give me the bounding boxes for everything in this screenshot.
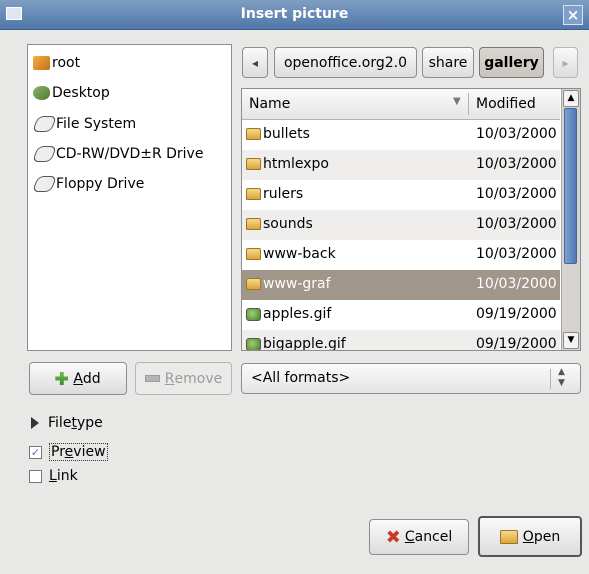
link-checkbox-row[interactable]: Link	[29, 468, 78, 484]
image-file-icon	[246, 307, 261, 321]
file-modified: 10/03/2000	[476, 126, 557, 142]
floppy-drive-icon	[32, 176, 57, 192]
file-modified: 10/03/2000	[476, 186, 557, 202]
title-bar: Insert picture ×	[0, 0, 589, 30]
file-row[interactable]: htmlexpo 10/03/2000	[242, 150, 560, 180]
file-type-label-pre: File	[48, 415, 72, 431]
file-name: htmlexpo	[263, 156, 329, 172]
file-type-label-post: ype	[76, 415, 103, 431]
file-format-value: <All formats>	[251, 370, 351, 386]
path-segment-label: share	[428, 54, 468, 71]
file-list: Name ▼ Modified bullets 10/03/2000 htmle…	[241, 88, 581, 351]
place-item-cd-drive[interactable]: CD-RW/DVD±R Drive	[32, 143, 204, 165]
drive-icon	[32, 116, 57, 132]
cancel-button[interactable]: ✖ Cancel	[369, 519, 469, 555]
file-name: bigapple.gif	[263, 336, 346, 351]
open-folder-icon	[499, 529, 518, 544]
remove-label-rest: emove	[174, 370, 223, 387]
chevron-left-icon: ◂	[251, 55, 259, 70]
scrollbar-thumb[interactable]	[564, 108, 577, 264]
add-mnemonic: A	[73, 370, 83, 387]
image-file-icon	[246, 337, 261, 350]
folder-icon	[246, 128, 261, 140]
file-row[interactable]: bullets 10/03/2000	[242, 120, 560, 150]
file-modified: 10/03/2000	[476, 276, 557, 292]
preview-label: Preview	[49, 443, 108, 461]
file-row[interactable]: rulers 10/03/2000	[242, 180, 560, 210]
places-list: root Desktop File System CD-RW/DVD±R Dri…	[27, 44, 232, 351]
file-name: bullets	[263, 126, 310, 142]
path-forward-button[interactable]: ▸	[553, 47, 578, 78]
remove-button[interactable]: Remove	[135, 362, 232, 395]
scroll-down-icon[interactable]: ▼	[563, 332, 579, 349]
preview-checkbox[interactable]: ✓	[29, 445, 42, 459]
folder-icon	[246, 278, 261, 290]
file-list-header: Name ▼ Modified	[242, 89, 560, 120]
file-name: rulers	[263, 186, 304, 202]
add-button[interactable]: Add	[29, 362, 127, 395]
sort-arrow-icon: ▼	[453, 96, 461, 107]
link-checkbox[interactable]	[29, 469, 42, 483]
column-header-name[interactable]: Name	[249, 96, 290, 112]
file-name: www-graf	[263, 276, 331, 292]
window-title: Insert picture	[240, 6, 349, 22]
desktop-icon	[33, 86, 50, 100]
place-item-desktop[interactable]: Desktop	[33, 82, 110, 104]
file-name: apples.gif	[263, 306, 332, 322]
folder-icon	[246, 248, 261, 260]
file-row-selected[interactable]: www-graf 10/03/2000	[242, 270, 560, 300]
file-modified: 10/03/2000	[476, 156, 557, 172]
file-row[interactable]: sounds 10/03/2000	[242, 210, 560, 240]
place-item-root[interactable]: root	[33, 52, 80, 74]
file-name: sounds	[263, 216, 313, 232]
expander-arrow-icon	[31, 417, 39, 429]
updown-arrow-icon: ▲ ▼	[558, 367, 565, 388]
file-row[interactable]: apples.gif 09/19/2000	[242, 300, 560, 330]
file-modified: 10/03/2000	[476, 216, 557, 232]
cd-drive-icon	[32, 146, 57, 162]
remove-icon	[144, 375, 160, 382]
cancel-icon: ✖	[385, 526, 401, 548]
place-item-floppy[interactable]: Floppy Drive	[32, 173, 145, 195]
path-segment-gallery[interactable]: gallery	[479, 47, 544, 78]
folder-icon	[246, 218, 261, 230]
preview-checkbox-row[interactable]: ✓ Preview	[29, 443, 108, 461]
add-icon	[55, 372, 69, 385]
link-label: Link	[49, 468, 78, 484]
path-back-button[interactable]: ◂	[242, 47, 268, 78]
file-type-expander[interactable]: File t ype	[29, 415, 103, 431]
column-divider	[468, 93, 469, 115]
file-row[interactable]: www-back 10/03/2000	[242, 240, 560, 270]
vertical-scrollbar[interactable]: ▲ ▼	[561, 89, 580, 350]
file-modified: 10/03/2000	[476, 246, 557, 262]
place-label: File System	[56, 116, 137, 132]
place-label: root	[52, 55, 81, 71]
path-segment-label: gallery	[484, 54, 539, 71]
select-divider	[550, 369, 551, 389]
home-folder-icon	[33, 56, 50, 70]
place-label: CD-RW/DVD±R Drive	[56, 146, 204, 162]
folder-icon	[246, 188, 261, 200]
open-button[interactable]: Open	[478, 516, 582, 557]
chevron-right-icon: ▸	[562, 55, 569, 70]
column-header-modified[interactable]: Modified	[476, 96, 536, 112]
path-segment-label: openoffice.org2.0	[283, 54, 408, 71]
place-label: Floppy Drive	[56, 176, 145, 192]
close-icon[interactable]: ×	[563, 5, 583, 25]
path-segment-share[interactable]: share	[422, 47, 474, 78]
remove-mnemonic: R	[164, 370, 175, 387]
place-label: Desktop	[52, 85, 110, 101]
file-format-select[interactable]: <All formats> ▲ ▼	[241, 363, 581, 394]
scroll-up-icon[interactable]: ▲	[563, 90, 579, 107]
place-item-file-system[interactable]: File System	[32, 113, 137, 135]
add-label-rest: dd	[82, 370, 101, 387]
file-modified: 09/19/2000	[476, 306, 557, 322]
file-name: www-back	[263, 246, 336, 262]
folder-icon	[246, 158, 261, 170]
path-segment-openoffice[interactable]: openoffice.org2.0	[274, 47, 417, 78]
file-row[interactable]: bigapple.gif 09/19/2000	[242, 330, 560, 351]
file-modified: 09/19/2000	[476, 336, 557, 351]
